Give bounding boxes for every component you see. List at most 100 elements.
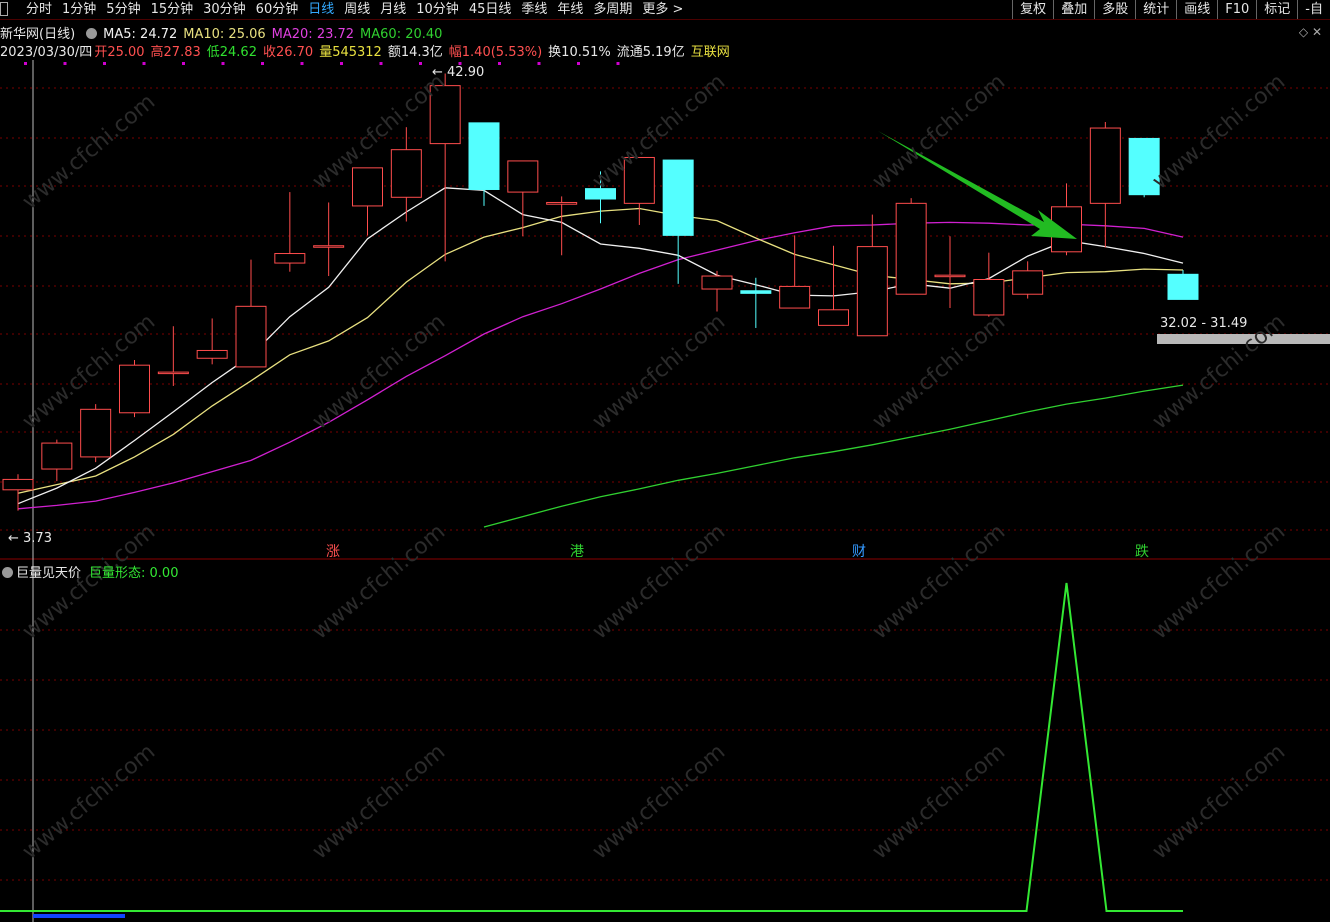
period-tab-12[interactable]: 年线: [557, 0, 583, 19]
period-tab-3[interactable]: 15分钟: [151, 0, 194, 19]
candle-body: [1167, 273, 1199, 300]
ma60-line: [483, 384, 1184, 528]
sector-link[interactable]: 互联网: [691, 45, 730, 60]
watermark-text: www.cfchi.com: [308, 739, 450, 864]
candle-body: [973, 278, 1005, 316]
ma10-line: [17, 207, 1184, 494]
event-dot: [221, 62, 225, 65]
watermark-text: www.cfchi.com: [868, 519, 1010, 644]
indicator-name[interactable]: 巨量见天价: [16, 566, 81, 581]
change: 幅1.40(5.53%): [448, 45, 543, 60]
corner-controls: ◇ ✕: [1299, 25, 1322, 39]
quote-info-bar: 2023/03/30/四 开25.00 高27.83 低24.62 收26.70 量545…: [0, 41, 736, 60]
candle-body: [468, 122, 500, 190]
period-toolbar: 分时 1分钟 5分钟 15分钟 30分钟 60分钟 日线 周线 月线 10分钟 45日线 季线 年线 多周…: [0, 0, 1330, 20]
candle-body: [895, 202, 927, 295]
settings-dropdown-icon[interactable]: [86, 28, 98, 39]
candle-body: [196, 349, 228, 359]
event-dot: [142, 62, 146, 65]
candle-body: [662, 159, 694, 236]
period-tab-6[interactable]: 日线: [308, 0, 334, 19]
period-tab-7[interactable]: 周线: [344, 0, 370, 19]
event-dot: [63, 62, 67, 65]
event-dot: [261, 62, 264, 65]
quote-date: 2023/03/30/四: [0, 45, 93, 60]
amount: 额14.3亿: [387, 45, 443, 60]
toolbar-button-3[interactable]: 统计: [1135, 0, 1176, 19]
period-tab-8[interactable]: 月线: [380, 0, 406, 19]
candle-body: [41, 442, 73, 470]
ma10-label: MA10: 25.06: [183, 27, 266, 42]
candle-body: [119, 364, 150, 414]
candle-body: [507, 160, 539, 193]
event-marker: 财: [852, 544, 866, 560]
low-price-label: ← 3.73: [8, 531, 52, 546]
candle-body: [157, 371, 189, 375]
period-tab-13[interactable]: 多周期: [593, 0, 632, 19]
period-tab-0[interactable]: 分时: [26, 0, 52, 19]
toolbar-button-6[interactable]: 标记: [1256, 0, 1297, 19]
stock-name[interactable]: 新华网(日线): [0, 27, 75, 42]
period-tab-10[interactable]: 45日线: [469, 0, 512, 19]
watermark-text: www.cfchi.com: [588, 739, 730, 864]
close-icon[interactable]: ✕: [1312, 25, 1322, 39]
candle-body: [390, 149, 422, 198]
high-price: 高27.83: [150, 45, 201, 60]
low-price: 低24.62: [206, 45, 257, 60]
watermark-text: www.cfchi.com: [308, 309, 450, 434]
indicator-dropdown-icon[interactable]: [2, 567, 13, 578]
function-buttons: 复权 叠加 多股 统计 画线 F10 标记 -自: [1012, 0, 1330, 19]
ma-info-bar: 新华网(日线) MA5: 24.72 MA10: 25.06 MA20: 23.72 M…: [0, 23, 448, 42]
watermark-text: www.cfchi.com: [308, 519, 450, 644]
toolbar-grip-icon[interactable]: [0, 2, 8, 16]
watermark-text: www.cfchi.com: [868, 739, 1010, 864]
event-marker: 涨: [326, 544, 340, 560]
watermark-text: www.cfchi.com: [18, 739, 160, 864]
watermark-text: www.cfchi.com: [868, 309, 1010, 434]
watermark-text: www.cfchi.com: [588, 519, 730, 644]
ma20-label: MA20: 23.72: [271, 27, 355, 42]
toolbar-button-5[interactable]: F10: [1217, 0, 1256, 19]
volume: 量545312: [319, 45, 382, 60]
toolbar-button-1[interactable]: 叠加: [1053, 0, 1094, 19]
indicator-value: 巨量形态: 0.00: [89, 566, 179, 581]
price-range-label: 32.02 - 31.49: [1160, 316, 1247, 331]
period-tab-2[interactable]: 5分钟: [106, 0, 140, 19]
toolbar-button-7[interactable]: -自: [1297, 0, 1330, 19]
turnover: 换10.51%: [548, 45, 611, 60]
period-tab-11[interactable]: 季线: [521, 0, 547, 19]
event-dot: [537, 62, 541, 65]
candle-body: [274, 253, 306, 264]
open-price: 开25.00: [94, 45, 145, 60]
watermark-text: www.cfchi.com: [18, 89, 160, 214]
diamond-icon[interactable]: ◇: [1299, 25, 1308, 39]
toolbar-button-2[interactable]: 多股: [1094, 0, 1135, 19]
event-dot: [182, 62, 185, 65]
watermark-text: www.cfchi.com: [588, 309, 730, 434]
event-marker: 港: [570, 544, 584, 560]
ma5-label: MA5: 24.72: [103, 27, 178, 42]
ma20-line: [17, 221, 1184, 510]
toolbar-button-0[interactable]: 复权: [1012, 0, 1053, 19]
indicator-title-bar: 巨量见天价 巨量形态: 0.00: [0, 562, 178, 581]
kline-chart-canvas[interactable]: ← 42.90← 3.7332.02 - 31.49涨港财跌www.cfchi.…: [0, 0, 1330, 922]
candle-body: [779, 285, 811, 309]
period-tab-1[interactable]: 1分钟: [62, 0, 96, 19]
candle-body: [546, 201, 578, 205]
period-tab-9[interactable]: 10分钟: [416, 0, 459, 19]
period-tab-14[interactable]: 更多 >: [642, 0, 683, 19]
period-tab-5[interactable]: 60分钟: [256, 0, 299, 19]
candle-body: [313, 245, 345, 248]
event-dot: [300, 62, 304, 65]
event-dot: [616, 62, 620, 65]
watermark-text: www.cfchi.com: [1148, 739, 1290, 864]
watermark-text: www.cfchi.com: [1148, 519, 1290, 644]
period-tab-4[interactable]: 30分钟: [203, 0, 246, 19]
period-tabs: 分时 1分钟 5分钟 15分钟 30分钟 60分钟 日线 周线 月线 10分钟 45日线 季线 年线 多周…: [26, 0, 693, 19]
event-dot: [419, 62, 422, 65]
scroll-indicator: [33, 914, 125, 918]
event-dot: [577, 62, 580, 65]
toolbar-button-4[interactable]: 画线: [1176, 0, 1217, 19]
candle-body: [701, 275, 733, 290]
candle-body: [352, 167, 383, 207]
